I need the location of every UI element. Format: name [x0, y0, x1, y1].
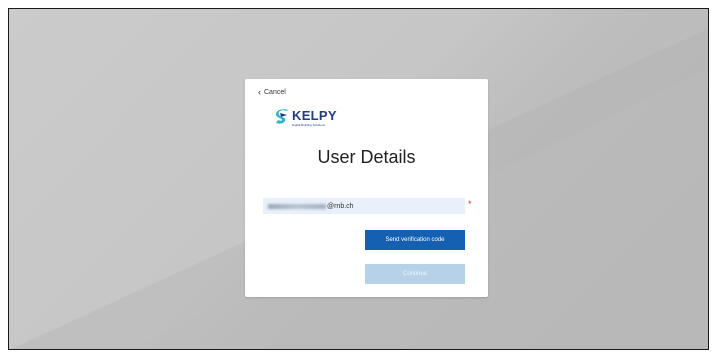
continue-button[interactable]: Continue [365, 264, 465, 284]
cancel-label: Cancel [264, 89, 286, 96]
user-details-card: ‹ Cancel KELPY Digital Building Solution… [245, 79, 488, 297]
email-field[interactable]: @rnb.ch [263, 198, 465, 214]
email-redacted-part [268, 203, 326, 209]
send-verification-code-button[interactable]: Send verification code [365, 230, 465, 250]
logo-brand-text: KELPY [292, 108, 337, 123]
screen-frame: ‹ Cancel KELPY Digital Building Solution… [8, 8, 709, 350]
page-title: User Details [317, 147, 416, 167]
chevron-left-icon: ‹ [258, 87, 261, 97]
kelpy-logo: KELPY Digital Building Solutions [275, 108, 337, 127]
cancel-link[interactable]: ‹ Cancel [258, 87, 286, 97]
kelpy-logo-icon [276, 109, 288, 124]
logo-tagline: Digital Building Solutions [292, 123, 326, 127]
required-marker: * [468, 199, 472, 209]
email-visible-part: @rnb.ch [327, 202, 354, 210]
